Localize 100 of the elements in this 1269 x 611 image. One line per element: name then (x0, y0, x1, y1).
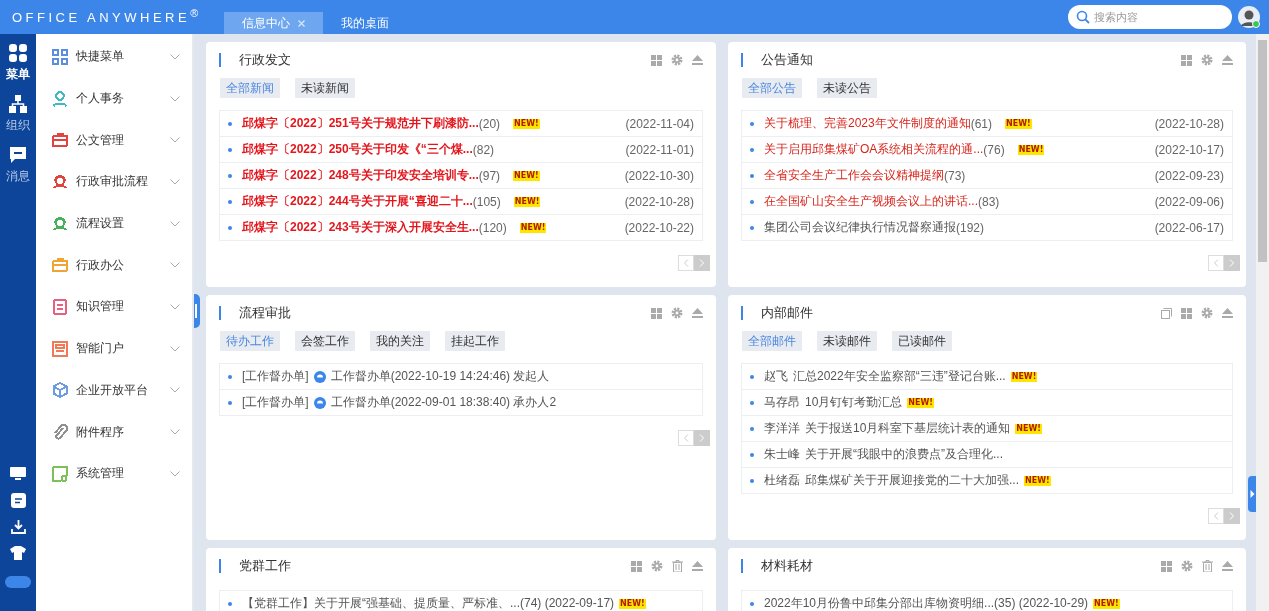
page-tab[interactable]: 我的桌面 (322, 12, 407, 34)
grid-icon[interactable] (1161, 560, 1172, 572)
news-link[interactable]: 全省安全生产工作会会议精神提纲 (764, 167, 944, 184)
view-count: (73) (944, 168, 966, 183)
rail-item[interactable]: 菜单 (6, 44, 30, 83)
mail-link[interactable]: 邱集煤矿关于开展迎接党的二十大加强... (805, 472, 1019, 489)
collapse-icon[interactable] (692, 54, 703, 66)
next-page-button[interactable] (1224, 508, 1240, 524)
item-link[interactable]: 2022年10月份鲁中邱集分部出库物资明细...(35) (2022-10-29) (764, 595, 1089, 611)
grid-icon (9, 44, 27, 62)
collapse-icon[interactable] (692, 307, 703, 319)
news-link[interactable]: 邱煤字〔2022〕244号关于开展“喜迎二十... (242, 193, 473, 210)
menu-item[interactable]: 系统管理 (36, 452, 192, 495)
chevron-icon (170, 95, 180, 102)
expand-handle[interactable] (1248, 476, 1256, 512)
date-text: (2022-06-17) (1154, 220, 1224, 235)
grid-icon[interactable] (651, 307, 662, 319)
grid-icon[interactable] (1181, 307, 1192, 319)
mail-link[interactable]: 10月钉钉考勤汇总 (805, 394, 903, 411)
chevron-right-icon (1229, 512, 1235, 520)
menu-item[interactable]: 企业开放平台 (36, 369, 192, 412)
sender-name: 朱士峰 (764, 446, 800, 463)
previous-page-button[interactable] (678, 255, 694, 271)
menu-item[interactable]: 公文管理 (36, 119, 192, 162)
filter-tab[interactable]: 会签工作 (295, 331, 355, 351)
menu-item[interactable]: 行政审批流程 (36, 161, 192, 203)
mail-link[interactable]: 关于开展“我眼中的浪费点”及合理化... (805, 446, 1003, 463)
flow-link[interactable]: 工作督办单(2022-10-19 14:24:46) 发起人 (330, 368, 550, 385)
collapse-icon[interactable] (1222, 307, 1233, 319)
settings-icon[interactable] (671, 54, 683, 66)
grid-icon[interactable] (651, 54, 662, 66)
search-field[interactable]: 搜索内容 (1068, 5, 1232, 29)
sender-name: 马存昂 (764, 394, 800, 411)
chevron-icon (170, 262, 180, 269)
previous-page-button[interactable] (678, 430, 694, 446)
close-icon[interactable] (297, 19, 305, 27)
toggle-icon[interactable] (5, 576, 31, 588)
copy-icon[interactable] (1161, 307, 1172, 319)
menu-item[interactable]: 快捷菜单 (36, 36, 192, 78)
filter-tab[interactable]: 未读公告 (817, 78, 877, 98)
menu-item[interactable]: 附件程序 (36, 411, 192, 453)
trash-icon[interactable] (672, 560, 683, 572)
document-icon[interactable] (10, 493, 26, 508)
news-link[interactable]: 关于启用邱集煤矿OA系统相关流程的通... (764, 141, 984, 158)
next-page-button[interactable] (694, 430, 710, 446)
view-count: (192) (956, 220, 984, 235)
download-icon[interactable] (10, 520, 26, 534)
card-title: 公告通知 (761, 51, 814, 69)
monitor-icon[interactable] (10, 467, 26, 481)
news-link[interactable]: 在全国矿山安全生产视频会议上的讲话... (764, 193, 978, 210)
new-badge: NEW! (1015, 423, 1042, 434)
collapse-icon[interactable] (1222, 54, 1233, 66)
view-count: (83) (978, 194, 1000, 209)
menu-item[interactable]: 流程设置 (36, 202, 192, 245)
date-text: (2022-10-28) (1154, 116, 1224, 131)
filter-tab[interactable]: 已读邮件 (892, 331, 952, 351)
news-link[interactable]: 邱煤字〔2022〕243号关于深入开展安全生... (242, 219, 479, 236)
news-link[interactable]: 邱煤字〔2022〕251号关于规范井下刷漆防... (242, 115, 479, 132)
next-page-button[interactable] (1224, 255, 1240, 271)
grid-icon[interactable] (631, 560, 642, 572)
mail-link[interactable]: 汇总2022年安全监察部“三违”登记台账... (793, 368, 1006, 385)
flow-link[interactable]: 工作督办单(2022-09-01 18:38:40) 承办人2 (330, 394, 557, 411)
news-link[interactable]: 邱煤字〔2022〕248号关于印发安全培训专... (242, 167, 479, 184)
next-page-button[interactable] (694, 255, 710, 271)
filter-tab[interactable]: 未读新闻 (295, 78, 355, 98)
previous-page-button[interactable] (1208, 508, 1224, 524)
card-title: 党群工作 (239, 557, 292, 575)
settings-icon[interactable] (1201, 54, 1213, 66)
mail-link[interactable]: 关于报送10月科室下基层统计表的通知 (805, 420, 1011, 437)
news-link[interactable]: 关于梳理、完善2023年文件制度的通知 (764, 115, 971, 132)
rail-item[interactable]: 消息 (6, 146, 30, 185)
filter-tab[interactable]: 我的关注 (370, 331, 430, 351)
menu-item[interactable]: 知识管理 (36, 286, 192, 328)
logo-text: OFFICE ANYWHERE$^{®}$ (12, 6, 202, 25)
shirt-icon[interactable] (10, 546, 26, 560)
menu-item[interactable]: 行政办公 (36, 244, 192, 287)
news-link[interactable]: 邱煤字〔2022〕250号关于印发《“三个煤... (242, 141, 473, 158)
rail-item[interactable]: 组织 (6, 95, 30, 134)
view-count: (61) (970, 116, 993, 131)
grid-icon[interactable] (1181, 54, 1192, 66)
item-link[interactable]: 【党群工作】关于开展“强基础、提质量、严标准、...(74) (2022-09-17) (242, 595, 615, 611)
trash-icon[interactable] (1202, 560, 1213, 572)
collapse-handle[interactable] (194, 294, 200, 328)
menu-item[interactable]: 智能门户 (36, 327, 192, 370)
avatar-icon[interactable] (1238, 6, 1260, 28)
filter-tab[interactable]: 挂起工作 (445, 331, 505, 351)
scrollbar-thumb[interactable] (1258, 40, 1267, 262)
menu-item[interactable]: 个人事务 (36, 77, 192, 120)
settings-icon[interactable] (1201, 307, 1213, 319)
previous-page-button[interactable] (1208, 255, 1224, 271)
settings-icon[interactable] (1181, 560, 1193, 572)
search-icon (1076, 10, 1090, 24)
filter-tab[interactable]: 未读邮件 (817, 331, 877, 351)
settings-icon[interactable] (671, 307, 683, 319)
chevron-right-icon (1229, 259, 1235, 267)
collapse-icon[interactable] (1222, 560, 1233, 572)
collapse-icon[interactable] (692, 560, 703, 572)
new-badge: NEW! (1024, 475, 1051, 486)
news-link[interactable]: 集团公司会议纪律执行情况督察通报 (764, 219, 956, 236)
settings-icon[interactable] (651, 560, 663, 572)
